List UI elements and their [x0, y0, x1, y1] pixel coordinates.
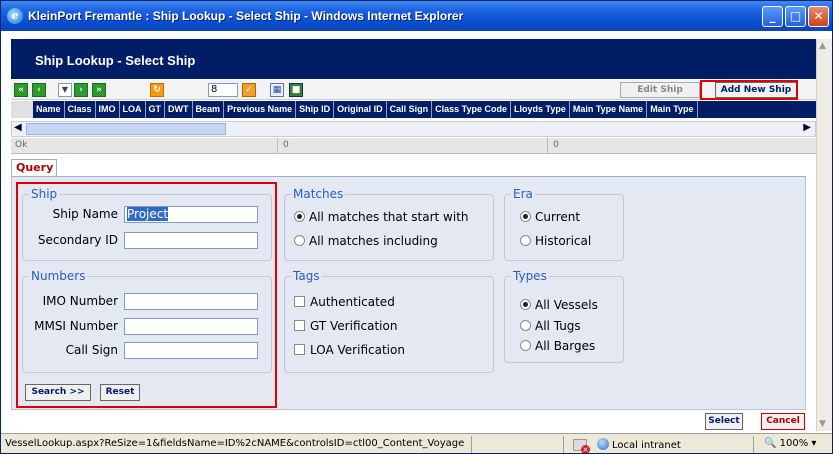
- column-header[interactable]: Main Type: [647, 101, 698, 118]
- minimize-button[interactable]: _: [762, 6, 783, 27]
- radio-selected-icon[interactable]: [520, 299, 531, 310]
- tags-legend: Tags: [293, 269, 320, 283]
- select-button[interactable]: Select: [705, 413, 743, 430]
- query-fields-highlight-box: [16, 182, 277, 408]
- horizontal-scrollbar[interactable]: ◀ ▶: [11, 121, 816, 137]
- checkbox-icon[interactable]: [294, 320, 305, 331]
- column-header[interactable]: Class: [65, 101, 96, 118]
- column-header[interactable]: Name: [33, 101, 65, 118]
- column-header[interactable]: Ship ID: [296, 101, 335, 118]
- authenticated-checkbox[interactable]: Authenticated: [294, 295, 395, 309]
- edit-ship-button[interactable]: Edit Ship: [620, 82, 700, 98]
- last-page-icon[interactable]: »: [92, 83, 106, 97]
- browser-window: e KleinPort Fremantle : Ship Lookup - Se…: [0, 0, 833, 454]
- next-page-icon[interactable]: ›: [74, 83, 88, 97]
- column-header[interactable]: Main Type Name: [570, 101, 648, 118]
- previous-page-icon[interactable]: ‹: [32, 83, 46, 97]
- radio-icon[interactable]: [520, 235, 531, 246]
- maximize-button[interactable]: □: [785, 6, 806, 27]
- title-bar: e KleinPort Fremantle : Ship Lookup - Se…: [1, 1, 832, 31]
- vertical-scrollbar[interactable]: ▲ ▼: [816, 39, 832, 431]
- matches-legend: Matches: [293, 187, 344, 201]
- grid-view-icon[interactable]: ▦: [270, 83, 284, 97]
- grid-corner: [11, 101, 33, 118]
- column-header[interactable]: Beam: [193, 101, 225, 118]
- types-all-tugs-radio[interactable]: All Tugs: [520, 319, 581, 333]
- radio-icon[interactable]: [520, 320, 531, 331]
- grid-header: Name Class IMO LOA GT DWT Beam Previous Name Shi…: [11, 101, 816, 118]
- grid-count-2: 0: [553, 140, 559, 150]
- ie-status-bar: VesselLookup.aspx?ReSize=1&fieldsName=ID…: [1, 433, 832, 453]
- security-zone[interactable]: Local intranet: [597, 438, 681, 451]
- loa-verification-checkbox[interactable]: LOA Verification: [294, 343, 405, 357]
- matches-fieldset: Matches: [284, 187, 494, 261]
- add-ship-highlight-box: [700, 80, 798, 100]
- column-header[interactable]: GT: [146, 101, 166, 118]
- apply-check-icon[interactable]: ✓: [242, 83, 256, 97]
- grid-status-row: Ok 0 0: [11, 138, 816, 154]
- types-all-vessels-radio[interactable]: All Vessels: [520, 298, 598, 312]
- close-button[interactable]: ✕: [808, 6, 829, 27]
- radio-selected-icon[interactable]: [294, 211, 305, 222]
- match-start-with-radio[interactable]: All matches that start with: [294, 210, 469, 224]
- column-header[interactable]: Class Type Code: [432, 101, 511, 118]
- cancel-button[interactable]: Cancel: [761, 413, 805, 430]
- era-historical-radio[interactable]: Historical: [520, 234, 591, 248]
- grid-toolbar: « ‹ ▼ › » ↻ 8 ✓ ▦ ■ Edit Ship Add New Sh…: [11, 80, 816, 100]
- era-current-radio[interactable]: Current: [520, 210, 580, 224]
- grid-status-text: Ok: [15, 140, 28, 150]
- popup-blocked-icon[interactable]: [573, 439, 590, 453]
- globe-icon: [597, 438, 609, 450]
- radio-selected-icon[interactable]: [520, 211, 531, 222]
- column-header[interactable]: Original ID: [334, 101, 387, 118]
- zoom-icon: 🔍: [764, 438, 777, 449]
- refresh-icon[interactable]: ↻: [150, 83, 164, 97]
- era-legend: Era: [513, 187, 533, 201]
- column-header[interactable]: Call Sign: [387, 101, 433, 118]
- scroll-thumb[interactable]: [26, 123, 226, 135]
- era-fieldset: Era: [504, 187, 624, 261]
- column-header[interactable]: DWT: [165, 101, 193, 118]
- save-icon[interactable]: ■: [289, 83, 303, 97]
- page-size-input[interactable]: 8: [208, 83, 238, 97]
- tab-query[interactable]: Query: [11, 159, 57, 177]
- scroll-right-icon[interactable]: ▶: [803, 122, 811, 133]
- page-dropdown-icon[interactable]: ▼: [58, 83, 72, 97]
- window-title: KleinPort Fremantle : Ship Lookup - Sele…: [28, 9, 464, 23]
- scroll-down-icon[interactable]: ▼: [819, 419, 826, 429]
- types-legend: Types: [513, 269, 547, 283]
- zoom-level[interactable]: 🔍 100% ▾: [764, 438, 816, 449]
- scroll-up-icon[interactable]: ▲: [819, 41, 826, 51]
- checkbox-icon[interactable]: [294, 296, 305, 307]
- column-header[interactable]: IMO: [96, 101, 120, 118]
- gt-verification-checkbox[interactable]: GT Verification: [294, 319, 397, 333]
- ie-logo-icon: e: [7, 8, 23, 24]
- checkbox-icon[interactable]: [294, 344, 305, 355]
- page-header: Ship Lookup - Select Ship: [11, 39, 816, 79]
- radio-icon[interactable]: [294, 235, 305, 246]
- status-url: VesselLookup.aspx?ReSize=1&fieldsName=ID…: [5, 438, 465, 449]
- radio-icon[interactable]: [520, 340, 531, 351]
- column-header[interactable]: Lloyds Type: [511, 101, 570, 118]
- types-all-barges-radio[interactable]: All Barges: [520, 339, 595, 353]
- scroll-left-icon[interactable]: ◀: [14, 122, 22, 133]
- column-header[interactable]: LOA: [120, 101, 146, 118]
- column-header[interactable]: Previous Name: [224, 101, 297, 118]
- grid-count-1: 0: [283, 140, 289, 150]
- page-title: Ship Lookup - Select Ship: [35, 53, 196, 68]
- match-including-radio[interactable]: All matches including: [294, 234, 438, 248]
- first-page-icon[interactable]: «: [14, 83, 28, 97]
